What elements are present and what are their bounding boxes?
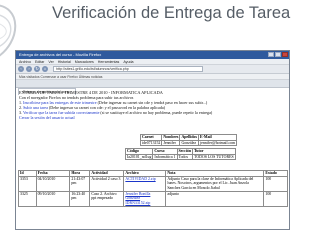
table-row: 3325 09/10/2010 16:23:40 pm Caso 2. Arch…: [18, 190, 288, 207]
table-cell: Jennifer: [161, 139, 181, 147]
column-header: Nombres: [161, 134, 181, 141]
browser-title-bar: Entrega de archivos del curso - Mozilla …: [16, 51, 289, 59]
table-cell: 3353: [18, 175, 37, 192]
step-note: (si se sustituye el archivo no hay probl…: [99, 110, 213, 115]
student-table: Carnet Nombres Apellidos E-Mail ide07131…: [139, 134, 238, 147]
link-cerrar-sesion[interactable]: Cerrar la sesión del usuario actual: [19, 115, 75, 120]
reload-icon[interactable]: ↻: [34, 66, 40, 72]
table-cell: Caso 2. Archivo ppt empezado: [89, 190, 125, 207]
table-cell: Informática 1: [152, 153, 178, 161]
table-cell: 100: [263, 190, 288, 207]
menu-editar[interactable]: Editar: [35, 59, 44, 64]
table-cell: 16:23:40 pm: [69, 190, 91, 207]
table-cell: TODOS LOS TUTORES: [192, 153, 236, 161]
table-cell: Actividad 2 caso 3: [89, 175, 125, 192]
table-cell: 04/10/2010: [35, 175, 71, 192]
table-cell: Ia20101_nd1ug: [124, 153, 154, 161]
forward-icon[interactable]: ›: [26, 66, 32, 72]
table-cell: González: [179, 139, 200, 147]
home-icon[interactable]: ⌂: [42, 66, 48, 72]
maximize-icon[interactable]: [275, 52, 281, 57]
table-cell: 09/10/2010: [35, 190, 71, 207]
table-cell: Adjunto Caso para la clase de Informátic…: [165, 175, 265, 192]
table-cell: 3325: [18, 190, 37, 207]
file-link[interactable]: Jennifer Bonilla González IDRN33152.zip: [123, 190, 167, 207]
menu-marcadores[interactable]: Marcadores: [75, 59, 94, 64]
table-cell: ide0713152: [139, 139, 163, 147]
table-cell: jennifer@hotmail.com: [198, 139, 238, 147]
table-cell: adjunto: [165, 190, 265, 207]
minimize-icon[interactable]: [268, 52, 274, 57]
menu-ver[interactable]: Ver: [48, 59, 53, 64]
menu-historial[interactable]: Historial: [58, 59, 71, 64]
table-row: Ia20101_nd1ug Informática 1 Todos TODOS …: [124, 153, 236, 161]
menu-ayuda[interactable]: Ayuda: [123, 59, 133, 64]
column-header: Apellidos: [179, 134, 200, 141]
table-cell: 100: [263, 175, 288, 192]
column-header: Sección: [176, 148, 194, 155]
menu-herramientas[interactable]: Herramientas: [98, 59, 120, 64]
menu-archivo[interactable]: Archivo: [19, 59, 31, 64]
file-link[interactable]: ACTIVIDAD 2.zip: [123, 175, 167, 192]
table-cell: 21:43:07 pm: [69, 175, 91, 192]
address-bar[interactable]: http://sites1.grillo.edu/tsf/alumnos/ver…: [53, 66, 203, 72]
tasks-table: Id Fecha Hora Actividad Archivo Nota Est…: [18, 170, 288, 207]
back-icon[interactable]: ‹: [18, 66, 24, 72]
table-row: 3353 04/10/2010 21:43:07 pm Actividad 2 …: [18, 175, 288, 192]
table-row: ide0713152 Jennifer González jennifer@ho…: [139, 139, 238, 147]
window-controls: [268, 52, 288, 57]
course-table: Código Curso Sección Tutor Ia20101_nd1ug…: [124, 148, 236, 161]
browser-window-title: Entrega de archivos del curso - Mozilla …: [19, 52, 102, 57]
table-cell: Todos: [176, 153, 194, 161]
slide-title: Verificación de Entrega de Tarea: [52, 4, 291, 22]
tab-strip: Entrega de archivos del curso: [16, 80, 289, 95]
close-icon[interactable]: [282, 52, 288, 57]
navigation-bar: ‹ › ↻ ⌂ http://sites1.grillo.edu/tsf/alu…: [16, 65, 289, 74]
close-session-row: Cerrar la sesión del usuario actual: [19, 115, 286, 120]
